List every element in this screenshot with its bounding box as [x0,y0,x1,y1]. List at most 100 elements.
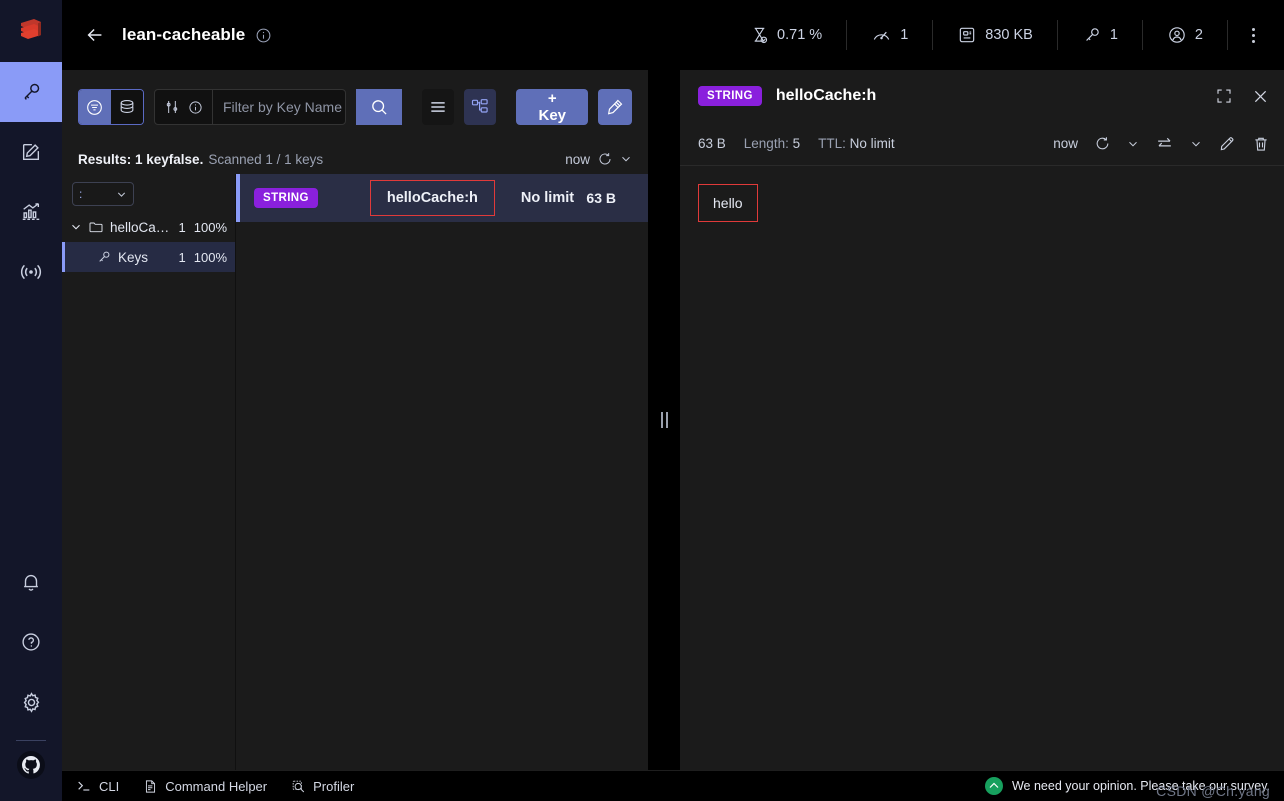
workspace-body: + Key Results: 1 keyfalse. Scan [62,70,1284,770]
tree-node-count: 1 [178,249,186,265]
key-ttl[interactable]: TTL: No limit [818,136,895,151]
chevron-down-icon[interactable] [70,221,82,233]
sliders-icon[interactable] [164,99,180,115]
folder-icon [88,219,104,235]
filter-info-icon[interactable] [188,100,203,115]
sidebar-item-workbench[interactable] [0,122,62,182]
search-input[interactable] [212,99,346,115]
tree-node-folder[interactable]: helloCac... 1 100% [62,212,235,242]
stat-cpu-usage[interactable]: 0.71 % [726,18,846,52]
key-details-panel: STRING helloCache:h 63 B Length: 5 TTL: … [680,70,1284,770]
workbench-edit-icon [20,141,42,163]
trash-icon[interactable] [1252,135,1270,153]
stat-total-keys[interactable]: 1 [1058,18,1142,52]
sidebar-item-pub-sub[interactable] [0,242,62,302]
key-ttl-label: TTL: [818,136,846,151]
database-info-icon[interactable] [255,27,272,44]
results-count: Results: 1 keyfalse. [78,151,204,167]
redis-logo-icon[interactable] [0,0,62,62]
chevron-down-icon [116,189,127,200]
gear-icon [20,691,43,714]
cli-button[interactable]: CLI [76,778,119,794]
sidebar-item-help[interactable] [0,612,62,672]
format-swap-icon[interactable] [1155,134,1174,153]
filter-options [155,90,213,124]
database-name: lean-cacheable [122,25,246,44]
more-options-button[interactable] [1236,18,1270,52]
key-icon [1082,25,1102,45]
key-details-meta: 63 B Length: 5 TTL: No limit now [680,122,1284,166]
keys-tree-column: : helloCac... 1 100% Keys 1 100% [62,174,235,770]
tree-node-label: helloCac... [110,219,173,235]
results-summary: Results: 1 keyfalse. Scanned 1 / 1 keys … [62,144,648,174]
tree-view-button[interactable] [464,89,497,125]
left-navigation-rail [0,0,62,801]
panel-resize-handle[interactable] [648,70,680,770]
close-icon[interactable] [1251,87,1270,106]
profiler-button[interactable]: Profiler [291,779,354,794]
stat-value: 0.71 % [777,27,823,43]
list-view-button[interactable] [422,89,455,125]
bulk-actions-button[interactable] [598,89,632,125]
pencil-icon[interactable] [1218,135,1236,153]
sidebar-item-analysis-tools[interactable] [0,182,62,242]
key-size: 63 B [586,190,616,206]
github-icon [20,754,42,776]
tree-node-stats: 1 100% [179,220,235,235]
chevron-down-icon[interactable] [620,153,632,165]
stat-connected-clients[interactable]: 2 [1143,18,1227,52]
filter-toggle-button[interactable] [79,90,111,124]
stat-memory-used[interactable]: 830 KB [933,18,1057,52]
hourglass-icon [750,26,769,45]
analytics-chart-icon [20,201,42,223]
filter-mode-toggle-group [78,89,144,125]
tree-node-stats: 1 100% [179,250,235,265]
keys-refresh-control[interactable]: now [565,151,632,167]
sidebar-item-notifications[interactable] [0,552,62,612]
stat-commands-per-sec[interactable]: 1 [847,18,932,52]
stat-value: 830 KB [985,27,1033,43]
sidebar-item-github[interactable] [17,751,45,779]
chevron-down-icon[interactable] [1190,138,1202,150]
key-value[interactable]: hello [698,184,758,222]
application-window: lean-cacheable 0.71 % 1 830 KB 1 2 Filte… [0,0,1284,801]
delimiter-value: : [79,187,83,201]
key-name-title: helloCache:h [775,87,877,104]
rail-divider [16,740,46,741]
tree-view-icon [470,97,490,117]
user-circle-icon [1167,25,1187,45]
refresh-icon[interactable] [597,151,613,167]
fullscreen-icon[interactable] [1215,87,1233,105]
search-button[interactable] [356,89,403,125]
command-helper-button[interactable]: Command Helper [143,779,267,794]
key-length-label: Length: [743,136,789,151]
bulk-actions-icon [605,97,625,117]
survey-banner[interactable]: We need your opinion. Please take our su… [984,777,1284,795]
search-icon [369,97,389,117]
key-ttl: No limit [520,190,575,206]
key-value-area: hello [680,166,1284,770]
key-type-badge: STRING [254,188,318,208]
back-button[interactable] [80,20,110,50]
top-header-bar: lean-cacheable 0.71 % 1 830 KB 1 2 [62,0,1284,70]
refresh-icon[interactable] [1094,135,1111,152]
sidebar-item-browser[interactable] [0,62,62,122]
profiler-label: Profiler [313,778,355,794]
chevron-down-icon[interactable] [1127,138,1139,150]
database-index-toggle-button[interactable] [110,90,143,124]
add-key-button[interactable]: + Key [516,89,589,125]
delimiter-select[interactable]: : [72,182,134,206]
tree-node-label: Keys [118,249,149,265]
gauge-icon [871,25,892,46]
key-type-badge: STRING [698,86,762,106]
cli-label: CLI [99,778,120,794]
keys-browser-panel: + Key Results: 1 keyfalse. Scan [62,70,648,770]
profiler-icon [291,779,306,794]
tree-node-keys[interactable]: Keys 1 100% [62,242,235,272]
stat-value: 1 [900,27,909,43]
key-icon [20,81,42,103]
key-name[interactable]: helloCache:h [369,180,495,216]
sidebar-item-settings[interactable] [0,672,62,732]
tree-node-percent: 100% [193,219,227,235]
table-row[interactable]: STRING helloCache:h No limit 63 B [236,174,648,222]
